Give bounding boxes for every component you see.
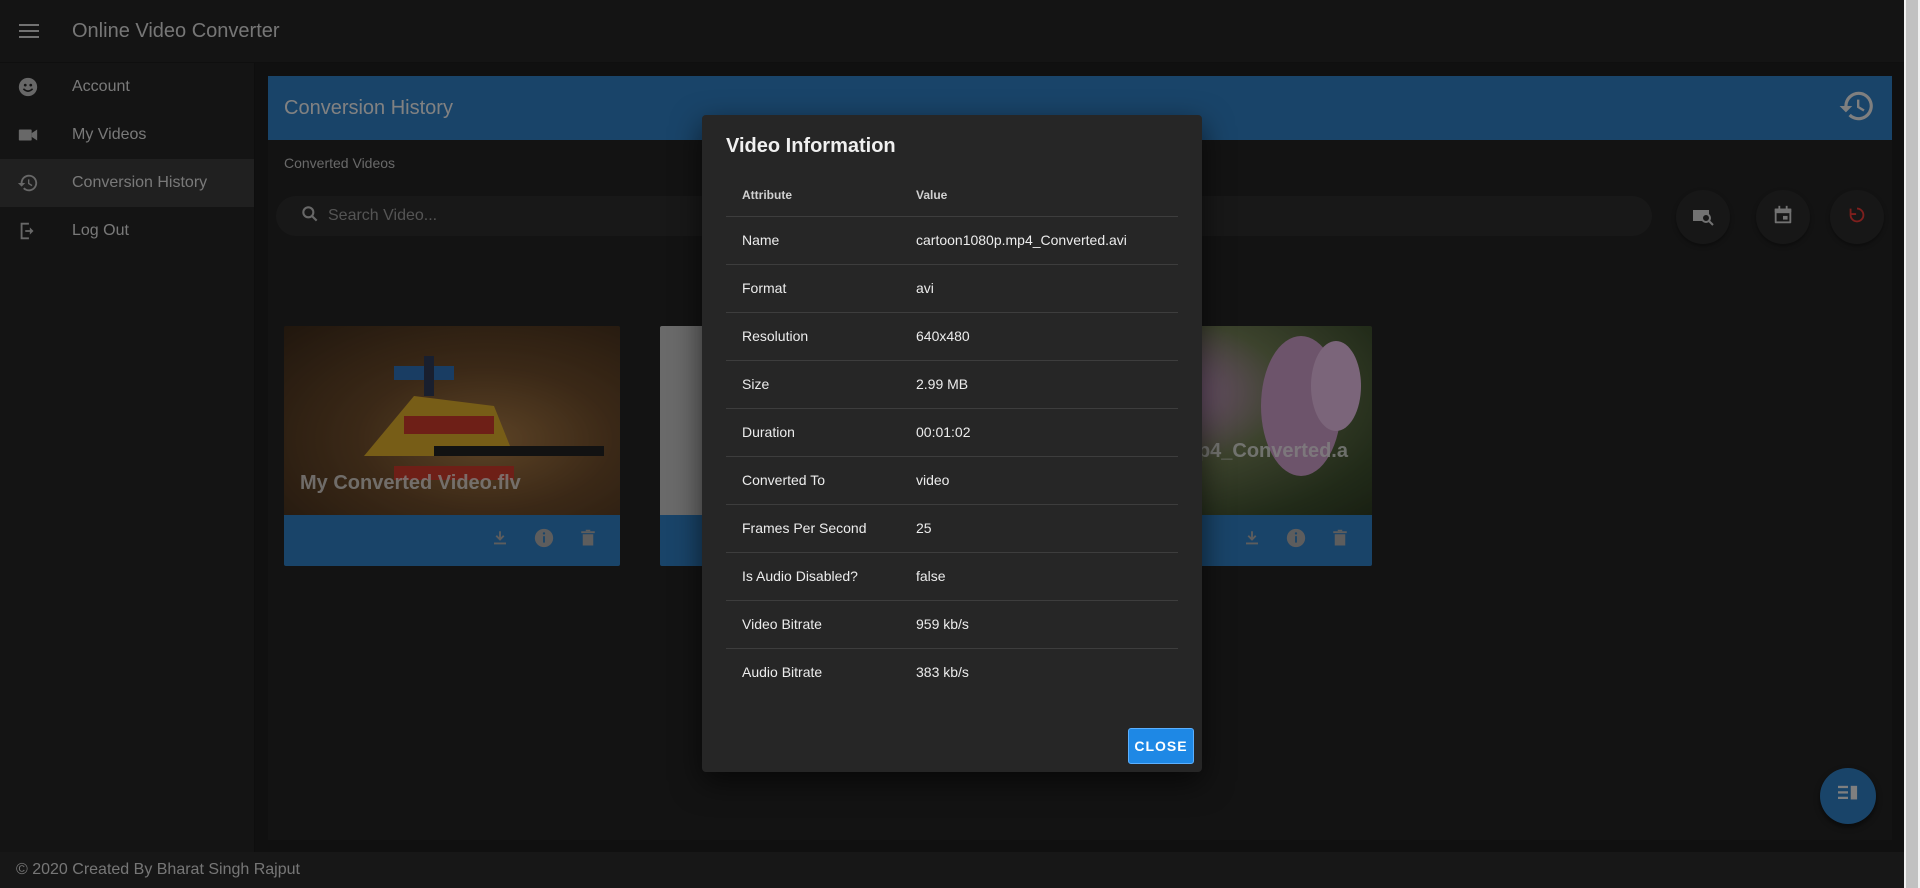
table-row: Duration 00:01:02 <box>726 408 1178 457</box>
value-cell: 959 kb/s <box>900 600 1178 649</box>
attribute-cell: Name <box>726 216 900 265</box>
value-cell: avi <box>900 264 1178 313</box>
column-header-attribute: Attribute <box>726 175 900 217</box>
attribute-cell: Is Audio Disabled? <box>726 552 900 601</box>
attribute-cell: Audio Bitrate <box>742 664 823 681</box>
attribute-cell: Frames Per Second <box>726 504 900 553</box>
table-row: Frames Per Second 25 <box>726 504 1178 553</box>
video-info-table: Attribute Value Name cartoon1080p.mp4_Con… <box>726 175 1178 696</box>
table-row: Video Bitrate 959 kb/s <box>726 600 1178 649</box>
value-cell: 25 <box>900 504 1178 553</box>
dialog-title: Video Information <box>726 135 896 157</box>
attribute-cell: Resolution <box>726 312 900 361</box>
attribute-cell: Converted To <box>726 456 900 505</box>
value-cell: 383 kb/s <box>916 664 969 681</box>
column-header-value: Value <box>900 175 1178 217</box>
table-row: Is Audio Disabled? false <box>726 552 1178 601</box>
table-header-row: Attribute Value <box>726 175 1178 217</box>
value-cell: 640x480 <box>900 312 1178 361</box>
attribute-cell: Duration <box>726 408 900 457</box>
value-cell: 2.99 MB <box>900 360 1178 409</box>
value-cell: false <box>900 552 1178 601</box>
table-row: Converted To video <box>726 456 1178 505</box>
value-cell: 00:01:02 <box>900 408 1178 457</box>
value-cell: video <box>900 456 1178 505</box>
table-row: Resolution 640x480 <box>726 312 1178 361</box>
attribute-cell: Video Bitrate <box>726 600 900 649</box>
value-cell: cartoon1080p.mp4_Converted.avi <box>900 216 1178 265</box>
scrollbar-thumb[interactable] <box>1906 0 1918 888</box>
table-row: Name cartoon1080p.mp4_Converted.avi <box>726 216 1178 265</box>
app-root: Online Video Converter Account My Videos… <box>0 0 1920 888</box>
close-button[interactable]: CLOSE <box>1128 728 1194 764</box>
table-row: Size 2.99 MB <box>726 360 1178 409</box>
attribute-cell: Size <box>726 360 900 409</box>
table-row: Audio Bitrate 383 kb/s <box>726 648 1178 696</box>
attribute-cell: Format <box>726 264 900 313</box>
table-row: Format avi <box>726 264 1178 313</box>
video-information-dialog: Video Information Attribute Value Name ca… <box>702 115 1202 772</box>
